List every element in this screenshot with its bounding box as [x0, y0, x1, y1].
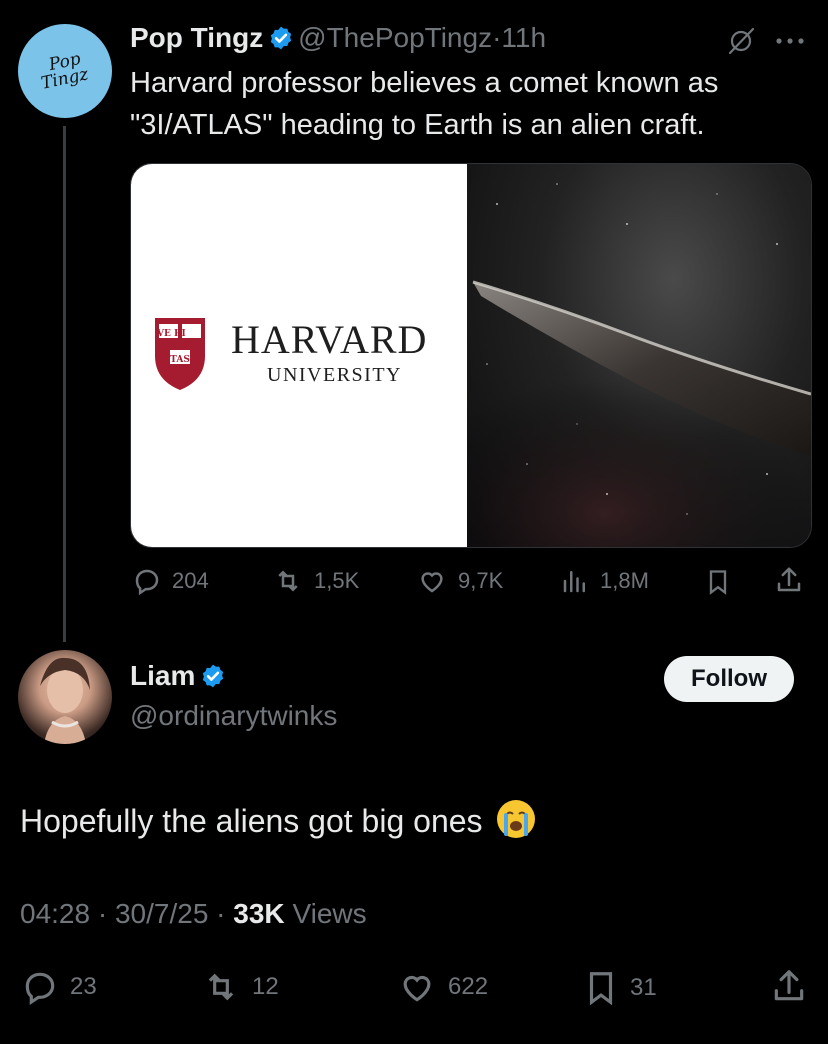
harvard-logo-image: VE RI TAS HARVARD UNIVERSITY [131, 164, 467, 547]
views-label: Views [292, 898, 367, 929]
reply-button[interactable]: 204 [132, 566, 209, 596]
reply-icon [135, 569, 159, 596]
avatar-liam[interactable] [18, 650, 112, 744]
like-button[interactable]: 9,7K [416, 566, 503, 596]
tweet2-text: Hopefully the aliens got big ones [20, 800, 536, 840]
separator-dot: · [97, 898, 108, 929]
bookmark-button[interactable]: 31 [582, 968, 657, 1008]
display-name[interactable]: Pop Tingz [130, 22, 263, 53]
repost-icon [208, 973, 234, 1001]
reply-count: 204 [172, 568, 209, 593]
separator-dot: · [492, 22, 502, 53]
tweet1-text: Harvard professor believes a comet known… [130, 62, 810, 146]
repost-count: 1,5K [314, 568, 360, 593]
repost-icon [278, 570, 298, 592]
timestamp[interactable]: 11h [501, 22, 546, 53]
post-time[interactable]: 04:28 [20, 898, 90, 929]
verified-badge-icon [202, 664, 223, 688]
repost-button[interactable]: 12 [200, 968, 279, 1006]
harvard-subtitle: UNIVERSITY [267, 364, 402, 386]
separator-dot: · [216, 898, 226, 929]
views-chart-icon [563, 571, 585, 593]
grok-slash-icon[interactable] [726, 26, 756, 56]
like-count: 9,7K [458, 568, 504, 593]
harvard-shield-icon [155, 318, 205, 390]
views-count: 33K [233, 898, 285, 929]
tweet1-text-line2: "3I/ATLAS" heading to Earth is an alien … [130, 109, 705, 141]
like-button[interactable]: 622 [396, 968, 488, 1006]
avatar-poptingz[interactable]: Pop Tingz [18, 24, 112, 118]
verified-badge-icon [270, 26, 291, 50]
bookmark-count: 31 [630, 974, 657, 1001]
views-count: 1,8M [600, 568, 649, 593]
display-name[interactable]: Liam [130, 660, 195, 691]
repost-count: 12 [252, 973, 279, 1000]
handle[interactable]: @ThePopTingz [298, 22, 492, 53]
reply-button[interactable]: 23 [20, 968, 97, 1006]
follow-button[interactable]: Follow [664, 656, 794, 702]
share-icon[interactable] [774, 564, 804, 596]
tweet1-header: Pop Tingz @ThePopTingz·11h [130, 22, 730, 54]
tweet2-text-content: Hopefully the aliens got big ones [20, 803, 483, 839]
comet-illustration [467, 183, 811, 547]
views-button[interactable]: 1,8M [560, 566, 649, 596]
repost-button[interactable]: 1,5K [272, 566, 359, 596]
profile-photo [40, 657, 90, 744]
tweet1-media[interactable]: VE RI TAS HARVARD UNIVERSITY [130, 163, 812, 548]
comet-space-image [467, 164, 811, 547]
tweet1-text-line1: Harvard professor believes a comet known… [130, 67, 719, 99]
bookmark-icon[interactable] [704, 566, 732, 598]
loudly-crying-face-icon [497, 800, 536, 838]
harvard-title: HARVARD [231, 317, 428, 362]
bookmark-icon [589, 972, 613, 1006]
tweet2-name-row: Liam [130, 660, 226, 692]
shield-text-top: VE RI [157, 329, 186, 339]
reply-icon [25, 972, 55, 1006]
heart-icon [403, 975, 431, 1002]
like-count: 622 [448, 973, 489, 1000]
heart-icon [421, 572, 443, 593]
more-options-icon[interactable] [774, 36, 806, 46]
shield-text-bottom: TAS [170, 355, 190, 365]
share-icon[interactable] [770, 966, 808, 1006]
reply-count: 23 [70, 973, 97, 1000]
thread-connector-line [63, 126, 66, 642]
tweet2-meta: 04:28 · 30/7/25 · 33K Views [20, 898, 367, 930]
handle[interactable]: @ordinarytwinks [130, 700, 337, 732]
avatar-text-line2: Tingz [39, 64, 91, 94]
post-date[interactable]: 30/7/25 [115, 898, 208, 929]
